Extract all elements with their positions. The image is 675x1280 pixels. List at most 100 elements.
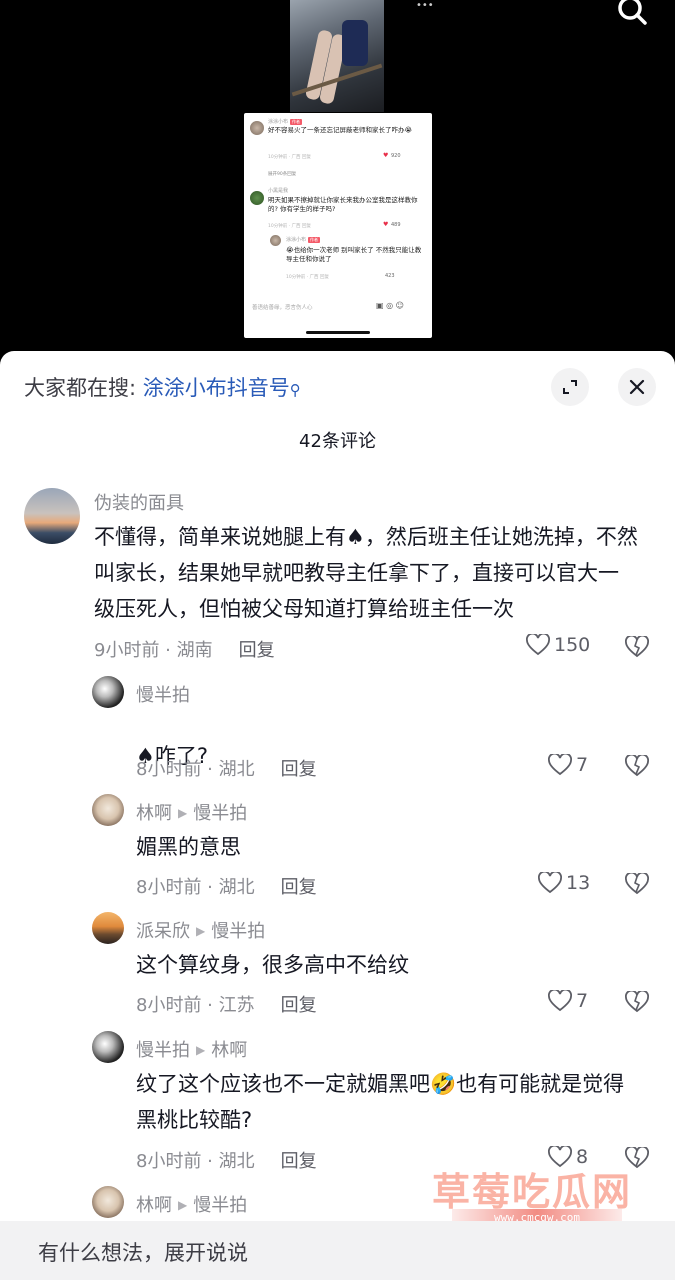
heart-icon (538, 872, 562, 894)
expand-icon (563, 380, 577, 394)
like-count: 150 (554, 634, 591, 656)
like-button[interactable]: 7 (548, 754, 588, 776)
comment-meta: 8小时前 · 江苏 回复 (136, 991, 317, 1017)
comment-text: 不懂得，简单来说她腿上有♠，然后班主任让她洗掉，不然叫家长，结果她早就吧教导主任… (94, 525, 638, 621)
avatar (250, 121, 264, 135)
comment-meta: 8小时前 · 湖北 回复 (136, 755, 317, 781)
reply-author[interactable]: 林啊 (136, 1195, 172, 1216)
comment-user-name[interactable]: 伪装的面具 (94, 489, 184, 515)
comment-meta: 8小时前 · 湖北 回复 (136, 873, 317, 899)
shot-like-count: 920 (391, 153, 401, 159)
reply-button[interactable]: 回复 (239, 640, 275, 661)
reply-button[interactable]: 回复 (281, 877, 317, 898)
reply-author[interactable]: 林啊 (136, 803, 172, 824)
like-button[interactable]: 13 (538, 872, 590, 894)
avatar[interactable] (24, 488, 80, 544)
reply-arrow-icon: ▶ (196, 924, 206, 938)
avatar[interactable] (92, 912, 124, 944)
search-icon[interactable] (612, 0, 652, 30)
search-icon: ⚲ (289, 381, 301, 399)
embedded-screenshot: 涂涂小布 作者 好不容易火了一条还忘记屏蔽老师和家长了咋办😭 10分钟前 · 广西… (244, 113, 432, 338)
comment-user-name: 林啊 ▶ 慢半拍 (136, 799, 247, 825)
video-photo (290, 0, 384, 112)
video-area[interactable]: ••• 涂涂小布 作者 好不容易火了一条还忘记屏蔽老师和家长了咋办😭 10分钟前 … (0, 0, 675, 352)
shot-comment-text: 😭也给你一次老师 别叫家长了 不然我只能让教导主任和你说了 (286, 246, 422, 263)
reply-arrow-icon: ▶ (178, 806, 188, 820)
close-icon (629, 379, 645, 395)
reply-arrow-icon: ▶ (178, 1198, 188, 1212)
comment-user-name: 林啊 ▶ 慢半拍 (136, 1191, 247, 1217)
dislike-icon[interactable] (625, 991, 649, 1013)
shot-like-count: 489 (391, 222, 401, 228)
shot-user-name: 涂涂小布 作者 (286, 237, 321, 243)
like-count: 7 (576, 754, 589, 776)
dislike-icon[interactable] (625, 636, 649, 658)
shot-meta: 10分钟前 · 广西 回复 (268, 155, 311, 160)
dislike-icon[interactable] (625, 873, 649, 895)
reply-author[interactable]: 派呆欣 (136, 921, 190, 942)
dislike-icon[interactable] (625, 1147, 649, 1169)
comment-text: 这个算纹身，很多高中不给纹 (136, 953, 409, 977)
reply-target[interactable]: 慢半拍 (193, 803, 247, 824)
comment-time-location: 8小时前 · 江苏 (136, 995, 255, 1016)
heart-icon (526, 634, 550, 656)
comment-time-location: 8小时前 · 湖北 (136, 1151, 255, 1172)
avatar[interactable] (92, 1031, 124, 1063)
more-icon[interactable]: ••• (416, 0, 434, 11)
comment-meta: 8小时前 · 湖北 回复 (136, 1147, 317, 1173)
avatar[interactable] (92, 676, 124, 708)
comment-count-title: 42条评论 (299, 431, 376, 452)
home-indicator (306, 331, 370, 334)
like-button[interactable]: 7 (548, 990, 588, 1012)
reply-button[interactable]: 回复 (281, 1151, 317, 1172)
comment-user-name: 派呆欣 ▶ 慢半拍 (136, 917, 265, 943)
like-count: 7 (576, 990, 589, 1012)
comment-time-location: 8小时前 · 湖北 (136, 877, 255, 898)
watermark-title: 草莓吃瓜网 (432, 1170, 633, 1214)
comment-meta: 9小时前 · 湖南 回复 (94, 636, 275, 662)
close-button[interactable] (618, 368, 656, 406)
shot-icons: ▣ ◎ ☺ (376, 301, 404, 310)
heart-icon (548, 754, 572, 776)
hot-search-bar[interactable]: 大家都在搜: 涂涂小布抖音号⚲ (24, 372, 301, 402)
comment-time-location: 9小时前 · 湖南 (94, 640, 213, 661)
reply-author[interactable]: 慢半拍 (136, 1040, 190, 1061)
shot-meta: 10分钟前 · 广西 回复 (286, 275, 329, 280)
reply-button[interactable]: 回复 (281, 759, 317, 780)
reply-target[interactable]: 林啊 (211, 1040, 247, 1061)
reply-button[interactable]: 回复 (281, 995, 317, 1016)
avatar[interactable] (92, 1186, 124, 1218)
heart-icon: ♥ (383, 221, 389, 228)
heart-icon (548, 990, 572, 1012)
photo-bag (342, 20, 368, 66)
comment-user-name[interactable]: 慢半拍 (136, 681, 190, 707)
hot-search-prefix: 大家都在搜: (24, 376, 143, 400)
shot-user-name: 涂涂小布 作者 (268, 119, 303, 125)
watermark: 草莓吃瓜网 www.cmcgw.com (432, 1161, 642, 1227)
like-button[interactable]: 150 (526, 634, 590, 656)
heart-icon: ♥ (383, 152, 389, 159)
avatar (270, 235, 281, 246)
comment-text: 纹了这个应该也不一定就媚黑吧🤣也有可能就是觉得黑桃比较酷? (136, 1072, 625, 1132)
reply-target[interactable]: 慢半拍 (193, 1195, 247, 1216)
shot-like-count: 423 (385, 273, 395, 279)
shot-user-name: 小黑是我 (268, 188, 289, 194)
shot-comment-text: 好不容易火了一条还忘记屏蔽老师和家长了咋办😭 (268, 126, 413, 134)
hot-search-keyword[interactable]: 涂涂小布抖音号 (143, 376, 290, 400)
like-count: 8 (576, 1146, 589, 1168)
comment-time-location: 8小时前 · 湖北 (136, 759, 255, 780)
expand-button[interactable] (551, 368, 589, 406)
comment-input[interactable]: 有什么想法，展开说说 (0, 1221, 675, 1280)
heart-icon (548, 1146, 572, 1168)
dislike-icon[interactable] (625, 755, 649, 777)
comment-text: 媚黑的意思 (136, 835, 241, 859)
shot-input-placeholder: 善语结善缘，恶言伤人心 (252, 305, 313, 311)
avatar[interactable] (92, 794, 124, 826)
like-count: 13 (566, 872, 591, 894)
comment-sheet: 大家都在搜: 涂涂小布抖音号⚲ 42条评论 伪装的面具 不懂得，简单来说她腿上有… (0, 351, 675, 1280)
reply-target[interactable]: 慢半拍 (211, 921, 265, 942)
comment-input-placeholder: 有什么想法，展开说说 (38, 1241, 248, 1265)
shot-meta: 10分钟前 · 广西 回复 (268, 224, 311, 229)
like-button[interactable]: 8 (548, 1146, 588, 1168)
shot-expand: 展开90条回复 (268, 172, 297, 177)
